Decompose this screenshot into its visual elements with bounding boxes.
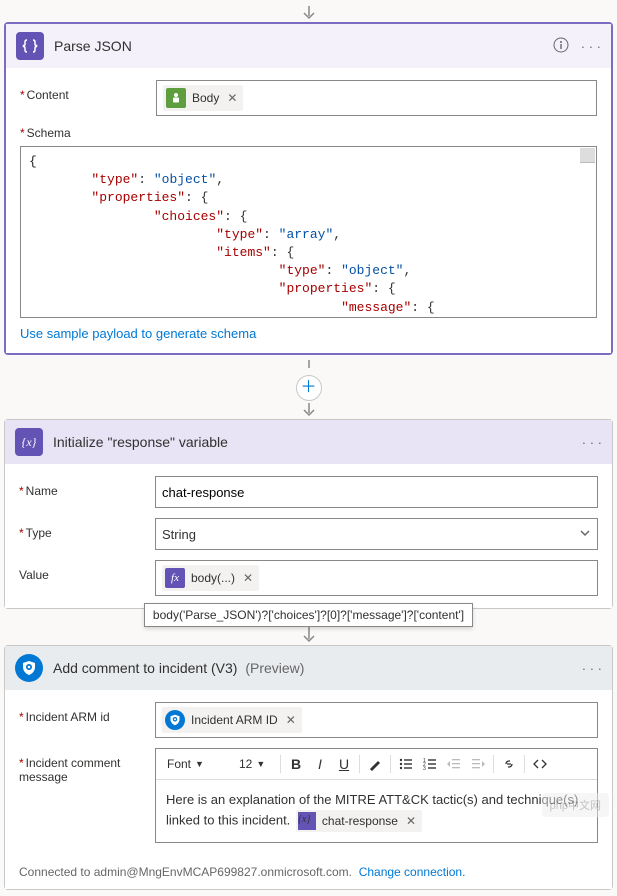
incident-arm-token[interactable]: Incident ARM ID ✕ bbox=[162, 707, 302, 733]
info-icon[interactable] bbox=[553, 37, 569, 56]
link-button[interactable] bbox=[498, 753, 520, 775]
chevron-down-icon bbox=[579, 527, 591, 542]
underline-button[interactable]: U bbox=[333, 753, 355, 775]
svg-text:{x}: {x} bbox=[22, 435, 36, 449]
card-header[interactable]: {x} Initialize "response" variable · · · bbox=[5, 420, 612, 464]
more-icon[interactable]: · · · bbox=[582, 661, 602, 676]
card-header[interactable]: Add comment to incident (V3) (Preview) ·… bbox=[5, 646, 612, 690]
braces-icon bbox=[16, 32, 44, 60]
token-text: Body bbox=[192, 91, 219, 105]
token-remove-icon[interactable]: ✕ bbox=[286, 713, 296, 727]
content-input[interactable]: Body ✕ bbox=[156, 80, 597, 116]
card-title: Parse JSON bbox=[54, 38, 543, 54]
rich-text-editor: Font▼ 12▼ B I U bbox=[155, 748, 598, 843]
sample-payload-link[interactable]: Use sample payload to generate schema bbox=[20, 326, 597, 341]
value-label: Value bbox=[19, 560, 155, 582]
token-remove-icon[interactable]: ✕ bbox=[406, 812, 416, 830]
content-label: *Content bbox=[20, 80, 156, 102]
token-text: body(...) bbox=[191, 571, 235, 585]
bold-button[interactable]: B bbox=[285, 753, 307, 775]
font-select[interactable]: Font▼ bbox=[162, 754, 232, 774]
action-card-parse-json: Parse JSON · · · *Content Body ✕ bbox=[4, 22, 613, 355]
expression-tooltip: body('Parse_JSON')?['choices']?[0]?['mes… bbox=[144, 603, 473, 627]
type-label: *Type bbox=[19, 518, 155, 540]
rte-content[interactable]: Here is an explanation of the MITRE ATT&… bbox=[156, 780, 597, 842]
change-connection-link[interactable]: Change connection. bbox=[359, 865, 466, 879]
numbered-list-button[interactable]: 123 bbox=[419, 753, 441, 775]
type-select[interactable]: String bbox=[155, 518, 598, 550]
name-label: *Name bbox=[19, 476, 155, 498]
outdent-button[interactable] bbox=[443, 753, 465, 775]
body-token-icon bbox=[166, 88, 186, 108]
italic-button[interactable]: I bbox=[309, 753, 331, 775]
arm-id-input[interactable]: Incident ARM ID ✕ bbox=[155, 702, 598, 738]
card-title: Add comment to incident (V3) (Preview) bbox=[53, 660, 572, 676]
token-remove-icon[interactable]: ✕ bbox=[227, 91, 237, 105]
preview-badge: (Preview) bbox=[245, 660, 304, 676]
schema-label: *Schema bbox=[20, 126, 156, 140]
bullet-list-button[interactable] bbox=[395, 753, 417, 775]
token-remove-icon[interactable]: ✕ bbox=[243, 571, 253, 585]
expression-token[interactable]: fx body(...) ✕ bbox=[162, 565, 259, 591]
action-card-init-variable: {x} Initialize "response" variable · · ·… bbox=[4, 419, 613, 609]
svg-text:3: 3 bbox=[423, 766, 426, 771]
more-icon[interactable]: · · · bbox=[581, 39, 601, 54]
highlight-button[interactable] bbox=[364, 753, 386, 775]
add-step-button[interactable]: ＋ bbox=[296, 375, 322, 401]
code-view-button[interactable] bbox=[529, 753, 551, 775]
rte-toolbar: Font▼ 12▼ B I U bbox=[156, 749, 597, 780]
connector-arrow-top bbox=[4, 4, 613, 22]
name-input[interactable] bbox=[155, 476, 598, 508]
card-header[interactable]: Parse JSON · · · bbox=[6, 24, 611, 68]
card-title: Initialize "response" variable bbox=[53, 434, 572, 450]
connection-footer: Connected to admin@MngEnvMCAP699827.onmi… bbox=[5, 855, 612, 889]
variable-icon: {x} bbox=[298, 812, 316, 830]
connector-arrow bbox=[4, 401, 613, 419]
fx-icon: fx bbox=[165, 568, 185, 588]
sentinel-icon bbox=[165, 710, 185, 730]
token-text: Incident ARM ID bbox=[191, 713, 278, 727]
arm-id-label: *Incident ARM id bbox=[19, 702, 155, 724]
size-select[interactable]: 12▼ bbox=[234, 754, 276, 774]
sentinel-icon bbox=[15, 654, 43, 682]
schema-textarea[interactable]: { "type": "object", "properties": { "cho… bbox=[20, 146, 597, 318]
action-card-add-comment: Add comment to incident (V3) (Preview) ·… bbox=[4, 645, 613, 890]
connector-arrow bbox=[4, 357, 613, 375]
token-text: chat-response bbox=[322, 812, 398, 830]
indent-button[interactable] bbox=[467, 753, 489, 775]
comment-message-label: *Incident comment message bbox=[19, 748, 155, 784]
more-icon[interactable]: · · · bbox=[582, 435, 602, 450]
variable-icon: {x} bbox=[15, 428, 43, 456]
value-input[interactable]: fx body(...) ✕ bbox=[155, 560, 598, 596]
watermark: php中文网 bbox=[542, 793, 609, 817]
body-token[interactable]: Body ✕ bbox=[163, 85, 243, 111]
chat-response-token[interactable]: {x} chat-response ✕ bbox=[296, 810, 422, 832]
